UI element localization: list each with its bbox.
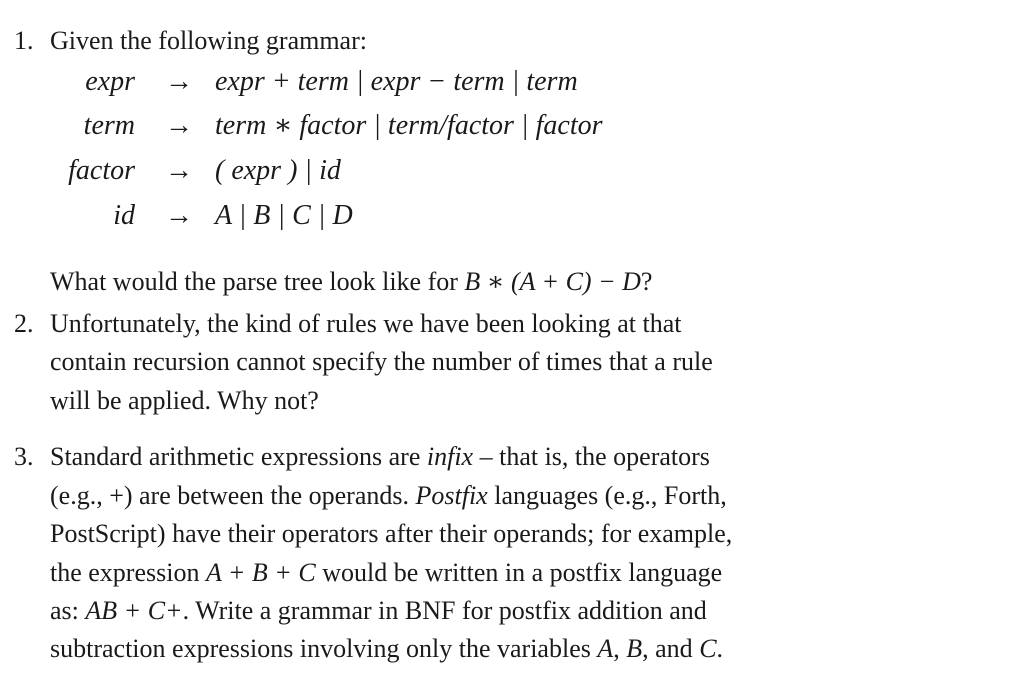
item-2-text: contain recursion cannot specify the num… <box>50 347 713 376</box>
item-1-intro: Given the following grammar: <box>50 26 367 55</box>
item-2-text: Unfortunately, the kind of rules we have… <box>50 309 682 338</box>
variable-a: A <box>597 634 614 663</box>
variable-b: B <box>626 634 643 663</box>
variable-c: C <box>699 634 717 663</box>
arrow-icon: → <box>165 155 193 186</box>
arrow-icon: → <box>165 200 193 231</box>
grammar-lhs: id <box>113 200 135 231</box>
arrow-icon: → <box>165 66 193 97</box>
item-3-text: PostScript) have their operators after t… <box>50 519 733 548</box>
item-3-text: . Write a grammar in BNF for postfix add… <box>182 596 707 625</box>
item-3-text: – that is, the operators <box>473 442 710 471</box>
item-3-text: as: <box>50 596 86 625</box>
term-postfix: Postfix <box>415 481 488 510</box>
item-3-text: Standard arithmetic expressions are <box>50 442 427 471</box>
separator: , <box>613 634 627 663</box>
item-3-text: would be written in a postfix language <box>315 558 723 587</box>
period: . <box>716 634 724 663</box>
grammar-lhs: expr <box>85 66 135 97</box>
infix-example: A + B + C <box>205 558 316 587</box>
question-mark: ? <box>640 267 653 296</box>
grammar-rhs: ( expr ) | id <box>215 155 341 186</box>
postfix-example: AB + C+ <box>85 596 183 625</box>
item-3-text: languages (e.g., Forth, <box>487 481 727 510</box>
item-number: 1. <box>14 26 34 55</box>
grammar-rhs: term ∗ factor | term/factor | factor <box>215 110 603 141</box>
term-infix: infix <box>426 442 474 471</box>
question-text: What would the parse tree look like for <box>50 267 465 296</box>
grammar-rhs: expr + term | expr − term | term <box>215 66 578 97</box>
item-3-text: (e.g., +) are between the operands. <box>50 481 416 510</box>
grammar-lhs: term <box>83 110 135 141</box>
arrow-icon: → <box>165 110 193 141</box>
separator: , and <box>642 634 700 663</box>
item-number: 3. <box>14 442 34 471</box>
item-3-text: the expression <box>50 558 206 587</box>
grammar-lhs: factor <box>68 155 135 186</box>
question-expression: B ∗ (A + C) − D <box>464 267 641 296</box>
item-2-text: will be applied. Why not? <box>50 386 319 415</box>
item-3-text: subtraction expressions involving only t… <box>50 634 598 663</box>
item-number: 2. <box>14 309 34 338</box>
grammar-rhs: A | B | C | D <box>215 200 353 231</box>
